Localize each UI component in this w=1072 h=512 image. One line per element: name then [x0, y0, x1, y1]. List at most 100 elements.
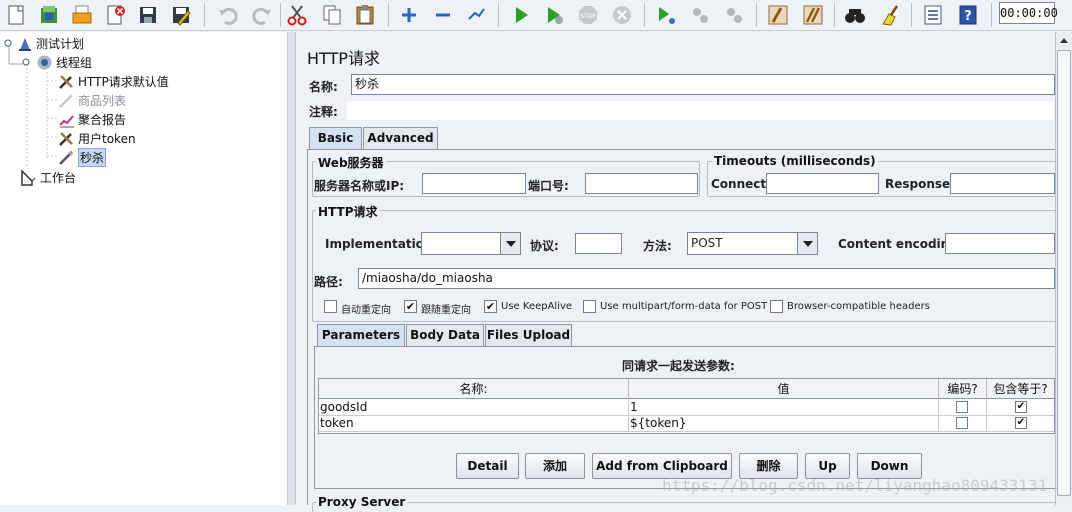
chevron-down-icon[interactable]: [500, 233, 520, 254]
table-cell-value[interactable]: 1: [629, 400, 939, 416]
port-label: 端口号:: [528, 179, 569, 193]
collapse-icon[interactable]: [429, 1, 457, 28]
cut-icon[interactable]: [283, 1, 311, 28]
expand-toggle-icon[interactable]: [3, 35, 13, 52]
auto-redirect-checkbox[interactable]: [324, 300, 337, 313]
name-label: 名称:: [309, 80, 338, 94]
pane-splitter[interactable]: [287, 32, 296, 505]
templates-icon[interactable]: [35, 1, 63, 28]
keepalive-label: Use KeepAlive: [501, 301, 573, 312]
expand-toggle-icon[interactable]: [21, 54, 33, 71]
paste-icon[interactable]: [351, 1, 379, 28]
function-helper-icon[interactable]: [919, 1, 947, 28]
params-caption: 同请求一起发送参数:: [622, 359, 735, 373]
parameters-table[interactable]: 名称: 值 编码? 包含等于? goodsId 1 ✔ token ${toke…: [318, 378, 1055, 434]
table-cell-value[interactable]: ${token}: [629, 416, 939, 432]
test-plan-tree[interactable]: 测试计划 线程组 HTTP请求默认值 商品列表 聚合报告 用户token 秒杀 …: [0, 32, 287, 505]
tree-item-label: 聚合报告: [78, 112, 127, 127]
response-timeout-field[interactable]: [950, 173, 1055, 194]
tab-files-upload[interactable]: Files Upload: [485, 324, 572, 346]
tree-item-product-list[interactable]: 商品列表: [58, 91, 126, 109]
encode-checkbox[interactable]: [956, 401, 968, 413]
table-cell-name[interactable]: goodsId: [319, 400, 629, 416]
add-button[interactable]: 添加: [525, 453, 585, 479]
chart-icon: [58, 111, 75, 128]
multipart-label: Use multipart/form-data for POST: [600, 301, 768, 312]
tree-item-workbench[interactable]: 工作台: [20, 168, 76, 186]
table-cell-name[interactable]: token: [319, 416, 629, 432]
detail-button[interactable]: Detail: [456, 453, 519, 479]
shutdown-icon[interactable]: [608, 1, 636, 28]
scroll-thumb[interactable]: [1057, 50, 1071, 496]
server-name-field[interactable]: [422, 173, 526, 194]
connect-label: Connect:: [711, 177, 771, 191]
remote-exit-icon[interactable]: [720, 1, 748, 28]
search-icon[interactable]: [841, 1, 869, 28]
toggle-icon[interactable]: [462, 1, 490, 28]
remote-start-icon[interactable]: [652, 1, 680, 28]
tree-item-thread-group[interactable]: 线程组: [21, 53, 92, 71]
protocol-field[interactable]: [575, 233, 622, 254]
new-icon[interactable]: [2, 1, 30, 28]
response-label: Response:: [885, 177, 955, 191]
table-cell-encode: [939, 400, 987, 416]
vertical-scrollbar[interactable]: [1055, 32, 1072, 505]
test-plan-icon: [16, 35, 33, 52]
clear-all-icon[interactable]: [799, 1, 827, 28]
reset-search-icon[interactable]: [876, 1, 904, 28]
browser-headers-checkbox[interactable]: [770, 300, 783, 313]
column-header-encode[interactable]: 编码?: [939, 379, 987, 399]
undo-icon[interactable]: [214, 1, 242, 28]
tree-item-seckill[interactable]: 秒杀: [58, 147, 107, 167]
encode-checkbox[interactable]: [956, 417, 968, 429]
chevron-down-icon[interactable]: [797, 233, 817, 254]
table-cell-encode: [939, 416, 987, 432]
table-cell-include-equals: ✔: [987, 400, 1054, 416]
content-encoding-label: Content encoding:: [838, 237, 963, 251]
content-encoding-field[interactable]: [945, 233, 1055, 254]
clear-icon[interactable]: [764, 1, 792, 28]
comment-field[interactable]: [346, 100, 1055, 121]
tab-basic[interactable]: Basic: [309, 127, 362, 149]
thread-group-icon: [36, 54, 53, 71]
copy-icon[interactable]: [318, 1, 346, 28]
port-field[interactable]: [585, 173, 698, 194]
column-header-value[interactable]: 值: [629, 379, 939, 399]
redo-icon[interactable]: [248, 1, 276, 28]
comment-label: 注释:: [309, 105, 338, 119]
column-header-name[interactable]: 名称:: [319, 379, 629, 399]
tree-item-test-plan[interactable]: 测试计划: [3, 34, 84, 52]
scroll-up-icon[interactable]: [1058, 35, 1070, 47]
close-icon[interactable]: [101, 1, 129, 28]
multipart-checkbox[interactable]: [583, 300, 596, 313]
implementation-select[interactable]: [421, 232, 521, 255]
path-field[interactable]: /miaosha/do_miaosha: [358, 268, 1055, 289]
tree-item-user-token[interactable]: 用户token: [58, 129, 136, 147]
save-icon[interactable]: [134, 1, 162, 28]
tree-item-aggregate-report[interactable]: 聚合报告: [58, 110, 126, 128]
name-field[interactable]: 秒杀: [351, 74, 1055, 95]
keepalive-checkbox[interactable]: ✔: [484, 300, 497, 313]
include-equals-checkbox[interactable]: ✔: [1015, 417, 1027, 429]
start-icon[interactable]: [507, 1, 535, 28]
svg-text:STOP: STOP: [580, 13, 596, 20]
method-select[interactable]: POST: [687, 232, 818, 255]
help-icon[interactable]: ?: [954, 1, 982, 28]
tab-advanced[interactable]: Advanced: [363, 127, 438, 149]
tab-body-data[interactable]: Body Data: [406, 324, 484, 346]
follow-redirect-checkbox[interactable]: ✔: [404, 300, 417, 313]
save-as-icon[interactable]: [167, 1, 195, 28]
tree-item-http-defaults[interactable]: HTTP请求默认值: [58, 72, 169, 90]
expand-icon[interactable]: [395, 1, 423, 28]
watermark: https://blog.csdn.net/liyanghao809433131: [662, 476, 1048, 495]
stop-icon[interactable]: STOP: [574, 1, 602, 28]
remote-stop-icon[interactable]: [686, 1, 714, 28]
tab-parameters[interactable]: Parameters: [317, 324, 405, 346]
start-no-pause-icon[interactable]: [540, 1, 568, 28]
table-cell-include-equals: ✔: [987, 416, 1054, 432]
connect-timeout-field[interactable]: [766, 173, 879, 194]
include-equals-checkbox[interactable]: ✔: [1015, 401, 1027, 413]
method-value: POST: [691, 236, 723, 250]
open-icon[interactable]: [68, 1, 96, 28]
column-header-include-equals[interactable]: 包含等于?: [987, 379, 1054, 399]
